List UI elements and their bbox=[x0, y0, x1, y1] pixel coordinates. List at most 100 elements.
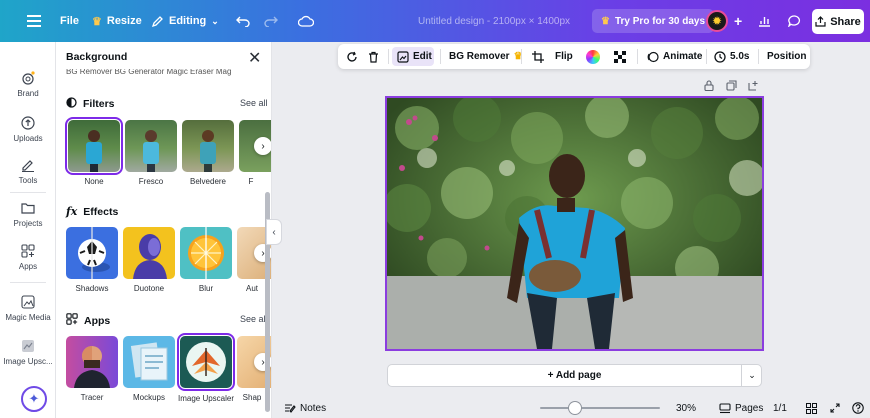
position-label: Position bbox=[767, 51, 807, 62]
app-preview-image bbox=[186, 342, 226, 382]
filters-heading: Filters bbox=[66, 97, 115, 111]
pages-button[interactable]: Pages bbox=[719, 398, 763, 418]
zoom-slider-handle[interactable] bbox=[569, 402, 581, 414]
main-menu-button[interactable] bbox=[27, 0, 41, 42]
comments-button[interactable] bbox=[788, 0, 801, 42]
effect-thumb-shadows[interactable] bbox=[66, 227, 118, 279]
add-page-icon-button[interactable] bbox=[748, 80, 759, 94]
app-label-tracer: Tracer bbox=[80, 393, 104, 402]
avatar[interactable]: ✹ bbox=[706, 10, 728, 32]
filters-heading-label: Filters bbox=[83, 98, 115, 110]
notes-button[interactable]: Notes bbox=[284, 398, 326, 418]
edit-image-button[interactable]: Edit bbox=[397, 44, 432, 69]
resize-button[interactable]: ♛ Resize bbox=[92, 0, 142, 42]
edit-label: Edit bbox=[413, 51, 432, 62]
effects-heading-label: Effects bbox=[83, 205, 119, 218]
replace-button[interactable] bbox=[346, 44, 358, 69]
rail-item-magic-media[interactable]: Magic Media bbox=[0, 294, 56, 322]
pen-tool-icon bbox=[20, 157, 36, 173]
effect-thumb-blur[interactable] bbox=[180, 227, 232, 279]
apps-heading: Apps bbox=[66, 313, 110, 328]
speech-bubble-icon bbox=[788, 15, 800, 27]
rail-label-image-upscaler: Image Upsc... bbox=[3, 357, 53, 366]
toolbar-divider bbox=[440, 49, 441, 64]
filter-label-partial: F bbox=[248, 177, 254, 186]
add-page-button[interactable]: + Add page bbox=[387, 364, 762, 387]
effect-label-blur: Blur bbox=[198, 284, 214, 293]
undo-icon bbox=[236, 16, 250, 27]
crop-button[interactable] bbox=[532, 44, 544, 69]
refresh-icon bbox=[347, 51, 357, 62]
toolbar-divider bbox=[388, 49, 389, 64]
rail-item-image-upscaler[interactable]: Image Upsc... bbox=[0, 338, 56, 366]
flip-label: Flip bbox=[555, 51, 573, 62]
app-thumb-mockups[interactable] bbox=[123, 336, 175, 388]
toolbar-divider bbox=[637, 49, 638, 64]
close-icon: ✕ bbox=[248, 50, 262, 67]
filters-see-all-link[interactable]: See all bbox=[240, 98, 268, 108]
rail-item-brand[interactable]: Brand bbox=[0, 70, 56, 98]
rail-item-projects[interactable]: Projects bbox=[0, 200, 56, 228]
bg-remover-button[interactable]: BG Remover ♛ bbox=[449, 44, 523, 69]
hamburger-icon bbox=[27, 15, 41, 27]
filter-thumb-none[interactable] bbox=[65, 117, 123, 175]
chevron-down-icon: ⌄ bbox=[211, 15, 219, 26]
add-collaborator-button[interactable]: + bbox=[734, 0, 742, 42]
effect-thumb-duotone[interactable] bbox=[123, 227, 175, 279]
rail-divider bbox=[10, 192, 46, 193]
lock-icon bbox=[704, 80, 714, 92]
color-adjust-button[interactable] bbox=[586, 44, 600, 69]
zoom-slider[interactable] bbox=[540, 407, 660, 409]
rail-divider bbox=[10, 282, 46, 283]
share-button[interactable]: Share bbox=[812, 9, 864, 34]
duplicate-page-button[interactable] bbox=[726, 80, 737, 94]
animate-icon bbox=[647, 51, 659, 62]
try-pro-label: Try Pro for 30 days bbox=[614, 15, 706, 27]
animate-label: Animate bbox=[663, 51, 703, 62]
rail-item-uploads[interactable]: Uploads bbox=[0, 115, 56, 143]
design-canvas[interactable] bbox=[385, 96, 764, 351]
redo-button[interactable] bbox=[264, 0, 278, 42]
magic-media-icon bbox=[20, 294, 36, 310]
effects-heading: fx Effects bbox=[66, 205, 118, 218]
collapse-panel-button[interactable]: ‹ bbox=[266, 219, 282, 245]
help-button[interactable] bbox=[852, 398, 864, 418]
filters-scroll-right-button[interactable]: › bbox=[254, 137, 271, 155]
fullscreen-button[interactable] bbox=[830, 398, 840, 418]
try-pro-button[interactable]: ♛ Try Pro for 30 days bbox=[592, 9, 715, 33]
animate-button[interactable]: Animate bbox=[647, 44, 702, 69]
duration-button[interactable]: 5.0s bbox=[714, 44, 749, 69]
position-button[interactable]: Position bbox=[767, 44, 806, 69]
transparency-button[interactable] bbox=[614, 44, 626, 69]
filter-thumb-fresco[interactable] bbox=[125, 120, 177, 172]
checkerboard-icon bbox=[614, 50, 626, 63]
editing-mode-dropdown[interactable]: Editing ⌄ bbox=[151, 0, 219, 42]
flip-button[interactable]: Flip bbox=[555, 44, 573, 69]
undo-button[interactable] bbox=[236, 0, 250, 42]
document-title[interactable]: Untitled design - 2100px × 1400px bbox=[418, 0, 570, 42]
insights-button[interactable] bbox=[758, 0, 771, 42]
rail-item-tools[interactable]: Tools bbox=[0, 157, 56, 185]
cloud-save-status[interactable] bbox=[298, 0, 314, 42]
zoom-level[interactable]: 30% bbox=[676, 398, 696, 418]
effect-label-shadows: Shadows bbox=[75, 284, 109, 293]
add-page-options-button[interactable]: ⌄ bbox=[741, 364, 762, 387]
sun-badge-icon: ✹ bbox=[711, 14, 723, 28]
app-thumb-tracer[interactable] bbox=[66, 336, 118, 388]
effect-preview-image bbox=[188, 227, 224, 279]
image-upscaler-icon bbox=[20, 338, 36, 354]
delete-button[interactable] bbox=[368, 44, 379, 69]
filter-thumb-belvedere[interactable] bbox=[182, 120, 234, 172]
grid-view-button[interactable] bbox=[806, 398, 817, 418]
crown-icon: ♛ bbox=[92, 15, 102, 28]
close-panel-button[interactable]: ✕ bbox=[248, 48, 261, 68]
app-preview-image bbox=[130, 342, 168, 381]
page-counter: 1/1 bbox=[773, 402, 787, 414]
apps-see-all-link[interactable]: See all bbox=[240, 314, 268, 324]
rail-item-apps[interactable]: Apps bbox=[0, 243, 56, 271]
filter-label-none: None bbox=[84, 177, 104, 186]
lock-page-button[interactable] bbox=[704, 80, 714, 94]
magic-assistant-button[interactable]: ✦ bbox=[21, 386, 47, 412]
app-thumb-image-upscaler[interactable] bbox=[177, 333, 235, 391]
file-menu[interactable]: File bbox=[60, 0, 79, 42]
